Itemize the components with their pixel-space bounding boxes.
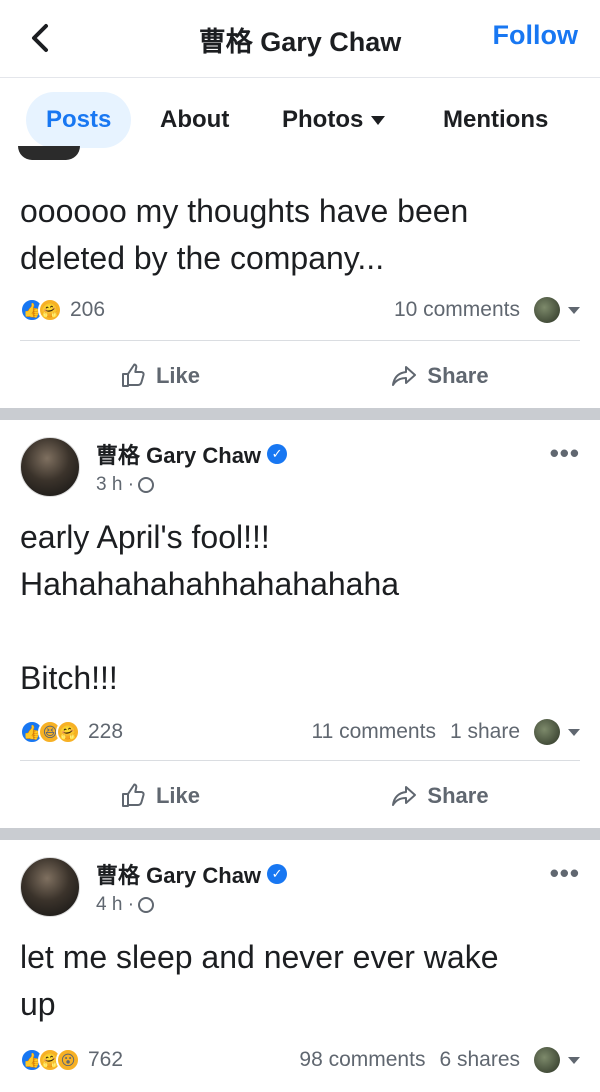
reactions-summary[interactable]: 👍 🤗 😮 762 [20, 1048, 123, 1072]
comment-count[interactable]: 98 comments [299, 1048, 425, 1072]
post-stats: 👍 🤗 😮 762 98 comments 6 shares [20, 1042, 580, 1078]
share-label: Share [427, 362, 489, 388]
post-actions: Like Share [20, 760, 580, 830]
tab-label: Photos [282, 106, 364, 133]
post-header: 曹格 Gary Chaw ✓ 4 h · ••• [20, 852, 580, 922]
reaction-count: 228 [88, 720, 124, 743]
thumbs-up-icon [121, 363, 145, 387]
share-button[interactable]: Share [300, 341, 580, 410]
post-text: oooooo my thoughts have been deleted by … [20, 193, 469, 276]
avatar[interactable] [20, 437, 80, 497]
share-count[interactable]: 1 share [450, 720, 520, 744]
share-button[interactable]: Share [300, 761, 580, 830]
more-options-icon[interactable]: ••• [550, 858, 580, 889]
share-count[interactable]: 6 shares [439, 1048, 520, 1072]
caret-down-icon[interactable] [568, 306, 580, 314]
post-divider [0, 408, 600, 420]
tab-photos[interactable]: Photos [282, 92, 386, 148]
like-label: Like [155, 362, 201, 388]
verified-badge-icon: ✓ [267, 444, 288, 464]
avatar [18, 146, 80, 160]
tab-label: About [160, 106, 230, 133]
tab-about[interactable]: About [160, 92, 229, 148]
post-header-fragment [0, 146, 600, 180]
post-header: 曹格 Gary Chaw ✓ 3 h · ••• [20, 432, 580, 502]
tab-label: Posts [46, 106, 112, 133]
tab-label: Mentions [443, 106, 549, 133]
globe-icon [138, 897, 155, 913]
comment-count[interactable]: 10 comments [394, 298, 520, 322]
author-name[interactable]: 曹格 Gary Chaw [96, 858, 261, 890]
top-bar: 曹格 Gary Chaw Follow [0, 0, 600, 78]
viewer-avatar[interactable] [534, 297, 560, 323]
post-time[interactable]: 3 h · [96, 474, 134, 496]
avatar[interactable] [20, 857, 80, 917]
viewer-avatar[interactable] [534, 719, 560, 745]
reactions-summary[interactable]: 👍 😆 🤗 228 [20, 720, 123, 744]
post: oooooo my thoughts have been deleted by … [0, 180, 600, 410]
like-label: Like [155, 782, 201, 808]
post-actions: Like Share [20, 340, 580, 410]
post-time[interactable]: 4 h · [96, 894, 134, 916]
care-reaction-icon: 🤗 [38, 298, 62, 322]
post-stats: 👍 🤗 206 10 comments [20, 292, 580, 328]
reactions-summary[interactable]: 👍 🤗 206 [20, 298, 105, 322]
comment-count[interactable]: 11 comments [311, 720, 436, 744]
like-button[interactable]: Like [20, 341, 300, 410]
post-text: let me sleep and never ever wake up [20, 939, 499, 1022]
care-reaction-icon: 🤗 [56, 720, 80, 744]
reaction-count: 206 [70, 298, 106, 321]
caret-down-icon[interactable] [568, 728, 580, 736]
reaction-count: 762 [88, 1048, 124, 1071]
share-arrow-icon [392, 785, 417, 806]
profile-tabs: Posts About Photos Mentions [0, 78, 600, 158]
like-button[interactable]: Like [20, 761, 300, 830]
viewer-avatar[interactable] [534, 1047, 560, 1073]
caret-down-icon [371, 115, 386, 125]
post: 曹格 Gary Chaw ✓ 3 h · ••• early April's f… [0, 420, 600, 830]
wow-reaction-icon: 😮 [56, 1048, 80, 1072]
tab-posts[interactable]: Posts [26, 92, 132, 148]
post-text: early April's fool!!! Hahahahahahhahahah… [20, 519, 400, 696]
post-divider [0, 828, 600, 840]
share-label: Share [427, 782, 489, 808]
verified-badge-icon: ✓ [267, 864, 288, 884]
post: 曹格 Gary Chaw ✓ 4 h · ••• let me sleep an… [0, 840, 600, 1092]
share-arrow-icon [392, 365, 417, 386]
more-options-icon[interactable]: ••• [550, 438, 580, 469]
author-name[interactable]: 曹格 Gary Chaw [96, 438, 261, 470]
caret-down-icon[interactable] [568, 1056, 580, 1064]
post-stats: 👍 😆 🤗 228 11 comments 1 share [20, 714, 580, 750]
thumbs-up-icon [121, 783, 145, 807]
follow-button[interactable]: Follow [493, 20, 578, 51]
globe-icon [138, 477, 155, 493]
tab-mentions[interactable]: Mentions [443, 92, 548, 148]
